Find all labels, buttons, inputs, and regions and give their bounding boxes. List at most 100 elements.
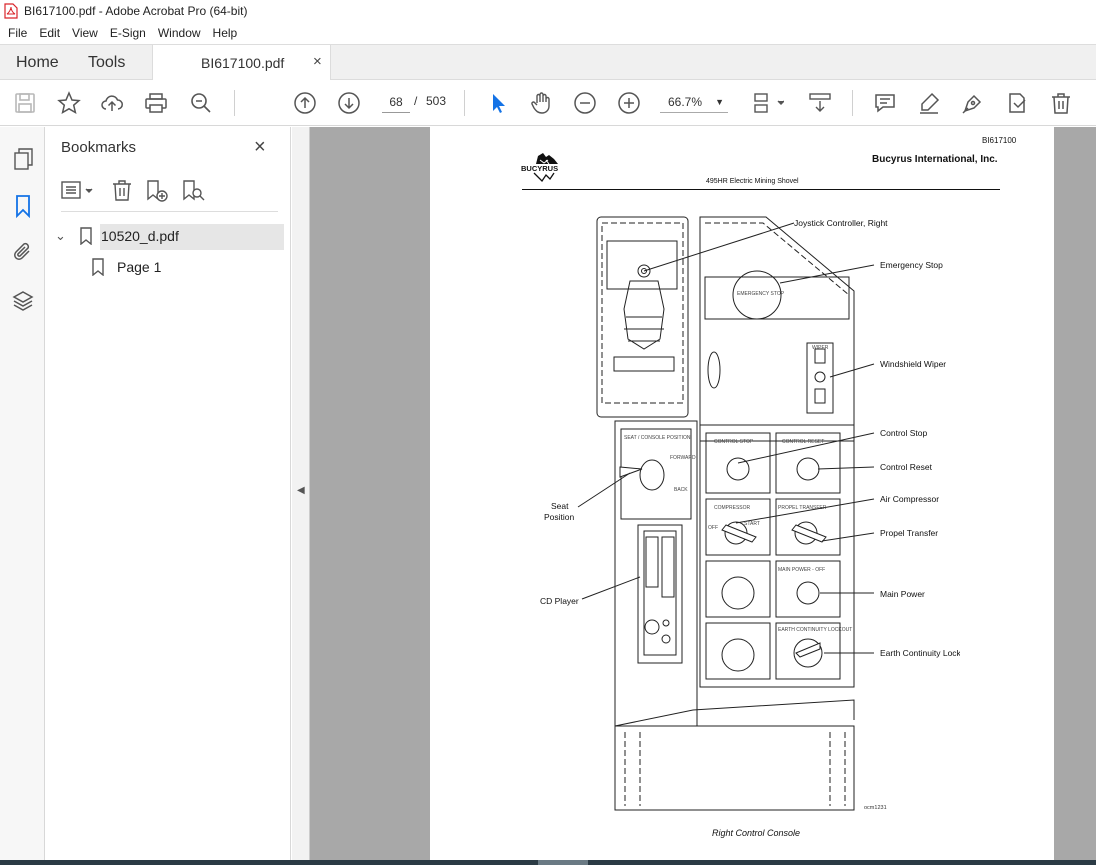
callout-joystick: Joystick Controller, Right bbox=[794, 218, 888, 228]
control-stop-panel-label: CONTROL STOP bbox=[714, 439, 754, 445]
hand-icon[interactable] bbox=[529, 91, 553, 115]
compressor-panel-label: COMPRESSOR bbox=[714, 505, 751, 511]
sign-icon[interactable] bbox=[961, 91, 985, 115]
scrollbar-thumb[interactable] bbox=[538, 860, 588, 865]
console-figure: EMERGENCY STOP CONTROL STOP CONTROL RESE… bbox=[540, 216, 960, 811]
callout-main-power: Main Power bbox=[880, 589, 925, 599]
zoom-in-icon[interactable] bbox=[617, 91, 641, 115]
delete-bookmark-icon[interactable] bbox=[111, 179, 133, 206]
prev-page-icon[interactable] bbox=[293, 91, 317, 115]
delete-icon[interactable] bbox=[1049, 91, 1073, 115]
print-icon[interactable] bbox=[144, 91, 168, 115]
close-icon[interactable]: × bbox=[254, 136, 266, 159]
callout-emergency-stop: Emergency Stop bbox=[880, 260, 943, 270]
tab-home[interactable]: Home bbox=[16, 54, 59, 72]
divider bbox=[61, 211, 278, 212]
bookmarks-toolbar bbox=[59, 177, 279, 205]
zoom-dropdown[interactable]: 66.7% ▼ bbox=[660, 91, 728, 113]
doc-subtitle: 495HR Electric Mining Shovel bbox=[706, 178, 799, 185]
toolbar-separator bbox=[234, 90, 235, 116]
bookmark-icon bbox=[91, 258, 105, 281]
toolbar-separator bbox=[852, 90, 853, 116]
seat-console-panel-label: SEAT / CONSOLE POSITION bbox=[624, 435, 691, 441]
callout-cd-player: CD Player bbox=[540, 596, 579, 606]
pdf-icon bbox=[4, 3, 18, 19]
menu-window[interactable]: Window bbox=[154, 26, 205, 40]
menu-bar: File Edit View E-Sign Window Help bbox=[0, 22, 1096, 44]
zoom-value: 66.7% bbox=[668, 95, 703, 109]
upload-icon[interactable] bbox=[100, 91, 124, 115]
bookmark-label: 10520_d.pdf bbox=[100, 224, 284, 250]
fit-page-icon[interactable] bbox=[752, 91, 784, 115]
window-title: BI617100.pdf - Adobe Acrobat Pro (64-bit… bbox=[24, 4, 248, 18]
back-label: BACK bbox=[674, 487, 688, 493]
tab-bar: Home Tools BI617100.pdf × bbox=[0, 44, 1096, 81]
callout-propel-transfer: Propel Transfer bbox=[880, 528, 938, 538]
callout-control-reset: Control Reset bbox=[880, 462, 933, 472]
attachment-icon[interactable] bbox=[11, 240, 35, 264]
logo-text: BUCYRUS bbox=[521, 164, 558, 173]
page-thumbnails-icon[interactable] bbox=[11, 147, 35, 171]
callout-seat: Seat bbox=[551, 501, 569, 511]
bookmark-label: Page 1 bbox=[117, 259, 162, 275]
toolbar: 68 / 503 66.7% ▼ bbox=[0, 80, 1096, 126]
menu-view[interactable]: View bbox=[68, 26, 102, 40]
menu-file[interactable]: File bbox=[4, 26, 31, 40]
fill-sign-icon[interactable] bbox=[1005, 91, 1029, 115]
toolbar-separator bbox=[464, 90, 465, 116]
page-total: 503 bbox=[426, 94, 447, 108]
bookmark-panel-icon[interactable] bbox=[11, 194, 35, 219]
close-tab-icon[interactable]: × bbox=[313, 53, 322, 70]
propel-transfer-panel-label: PROPEL TRANSFER bbox=[778, 505, 827, 511]
estop-button-label: EMERGENCY STOP bbox=[737, 291, 785, 297]
collapse-left-icon[interactable]: ◀ bbox=[297, 485, 305, 496]
page-number-input[interactable]: 68 bbox=[382, 91, 410, 113]
save-icon[interactable] bbox=[13, 91, 37, 115]
wiper-panel-label: WIPER bbox=[812, 345, 829, 351]
company-name: Bucyrus International, Inc. bbox=[872, 154, 998, 165]
bucyrus-logo: BUCYRUS bbox=[520, 152, 568, 187]
title-bar: BI617100.pdf - Adobe Acrobat Pro (64-bit… bbox=[0, 0, 1096, 22]
main-power-panel-label: MAIN POWER - OFF bbox=[778, 567, 825, 573]
add-bookmark-icon[interactable] bbox=[145, 179, 169, 208]
zoom-search-icon[interactable] bbox=[189, 91, 213, 115]
control-reset-panel-label: CONTROL RESET bbox=[782, 439, 824, 445]
find-bookmark-icon[interactable] bbox=[181, 179, 205, 208]
select-arrow-icon[interactable] bbox=[486, 91, 510, 115]
header-rule bbox=[522, 189, 1000, 190]
figure-code: ocm1231 bbox=[864, 805, 887, 811]
chevron-down-icon[interactable]: ⌄ bbox=[55, 228, 66, 244]
callout-control-stop: Control Stop bbox=[880, 428, 928, 438]
bottom-bar bbox=[0, 860, 1096, 865]
callout-air-compressor: Air Compressor bbox=[880, 494, 939, 504]
tab-document[interactable]: BI617100.pdf × bbox=[152, 45, 331, 81]
comment-icon[interactable] bbox=[873, 91, 897, 115]
tab-tools[interactable]: Tools bbox=[88, 54, 125, 72]
page-separator: / bbox=[414, 94, 418, 108]
doc-id: BI617100 bbox=[982, 136, 1017, 145]
layers-icon[interactable] bbox=[11, 289, 35, 313]
pdf-page: BI617100 Bucyrus International, Inc. BUC… bbox=[430, 127, 1054, 860]
tab-document-label: BI617100.pdf bbox=[201, 55, 285, 71]
callout-seat-position: Position bbox=[544, 512, 575, 522]
next-page-icon[interactable] bbox=[337, 91, 361, 115]
menu-edit[interactable]: Edit bbox=[35, 26, 64, 40]
menu-esign[interactable]: E-Sign bbox=[106, 26, 150, 40]
forward-label: FORWARD bbox=[670, 455, 696, 461]
highlight-icon[interactable] bbox=[917, 91, 941, 115]
menu-help[interactable]: Help bbox=[209, 26, 242, 40]
start-label: START bbox=[744, 521, 760, 527]
bookmarks-title: Bookmarks bbox=[61, 139, 137, 156]
bookmark-item[interactable]: ⌄ 10520_d.pdf bbox=[53, 224, 285, 250]
zoom-out-icon[interactable] bbox=[573, 91, 597, 115]
figure-caption: Right Control Console bbox=[712, 828, 801, 838]
chevron-down-icon: ▼ bbox=[715, 97, 724, 107]
off-label: OFF bbox=[708, 525, 718, 531]
scroll-mode-icon[interactable] bbox=[808, 91, 832, 115]
bookmarks-panel: Bookmarks × ⌄ 10520_d.pdf Page 1 bbox=[45, 127, 291, 860]
star-icon[interactable] bbox=[57, 91, 81, 115]
callout-earth-continuity: Earth Continuity Lockout bbox=[880, 648, 960, 658]
panel-collapse-handle[interactable]: ◀ bbox=[292, 127, 310, 860]
left-rail bbox=[0, 127, 45, 860]
bookmark-options-icon[interactable] bbox=[61, 179, 95, 206]
